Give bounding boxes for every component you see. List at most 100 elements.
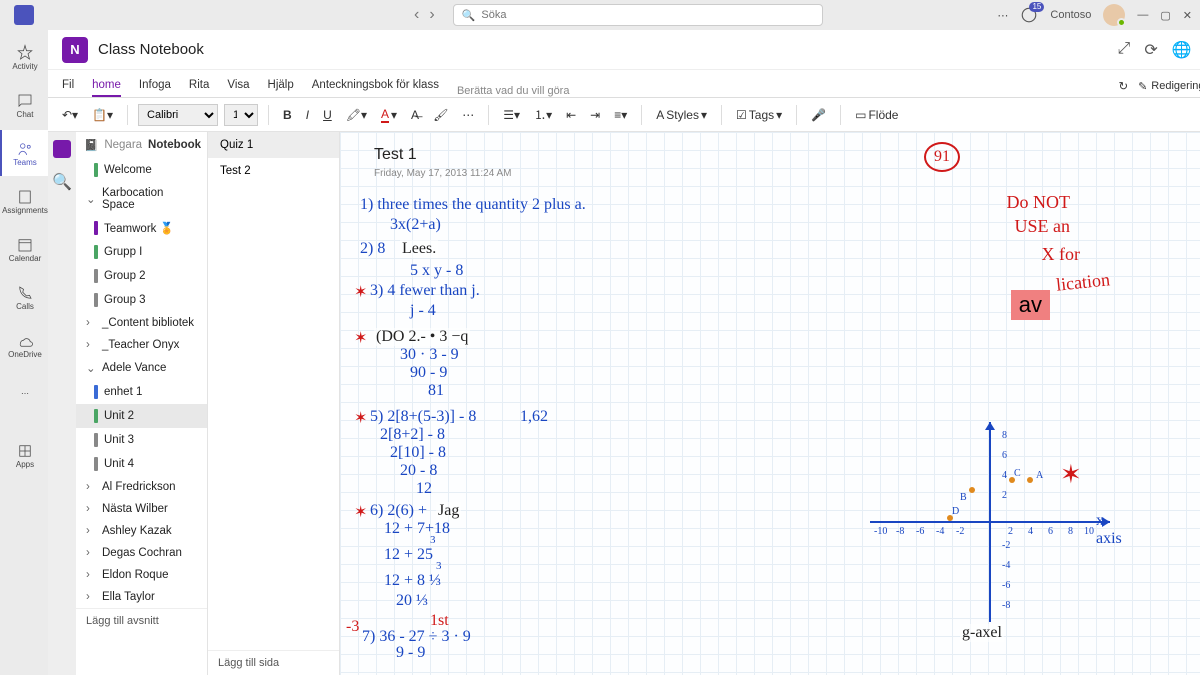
flow-button[interactable]: ▭ Flöde <box>851 105 902 125</box>
search-input[interactable] <box>481 9 813 21</box>
highlight-text[interactable]: av <box>1011 290 1050 320</box>
global-search[interactable]: 🔍 <box>453 4 823 26</box>
section-grupp1[interactable]: Grupp I <box>76 240 207 264</box>
svg-text:-10: -10 <box>874 526 887 537</box>
group-adele[interactable]: ⌄Adele Vance <box>76 356 207 380</box>
tags-button[interactable]: ☑ Tags▾ <box>732 105 786 125</box>
more-icon[interactable]: ⋯ <box>997 9 1008 22</box>
highlight-button[interactable]: 🖍▾ <box>342 105 371 125</box>
typed-q2[interactable]: Lees. <box>400 240 438 258</box>
undo-button[interactable]: ↶▾ <box>58 105 82 125</box>
group-student-2[interactable]: ›Ashley Kazak <box>76 520 207 542</box>
close-window-icon[interactable]: ✕ <box>1183 9 1192 22</box>
sync-icon[interactable]: ↻ <box>1118 79 1128 93</box>
rail-calls[interactable]: Calls <box>0 274 48 320</box>
group-teacher[interactable]: ›_Teacher Onyx <box>76 334 207 356</box>
section-welcome[interactable]: Welcome <box>76 158 207 182</box>
group-student-0[interactable]: ›Al Fredrickson <box>76 476 207 498</box>
rail-apps[interactable]: Apps <box>0 432 48 478</box>
ink-q7c: 9 - 9 <box>396 644 425 662</box>
font-color-button[interactable]: A▾ <box>377 104 401 126</box>
bullets-button[interactable]: ☰▾ <box>499 105 524 125</box>
page-date: Friday, May 17, 2013 11:24 AM <box>374 168 511 179</box>
page-title[interactable]: Test 1 <box>374 146 417 164</box>
rail-activity[interactable]: Activity <box>0 34 48 80</box>
rail-assignments[interactable]: Assignments <box>0 178 48 224</box>
editing-mode-button[interactable]: ✎ Redigering <box>1138 80 1200 93</box>
back-icon[interactable]: ‹ <box>414 6 419 24</box>
group-karbocation[interactable]: ⌄Karbocation Space <box>76 182 207 216</box>
format-painter-button[interactable]: 🖌 <box>429 105 452 125</box>
tab-file[interactable]: Fil <box>62 79 74 97</box>
forward-icon[interactable]: › <box>429 6 434 24</box>
rail-more[interactable]: ⋯ <box>0 370 48 416</box>
sections-icon[interactable] <box>53 140 71 158</box>
tab-view[interactable]: Visa <box>227 79 249 97</box>
page-canvas[interactable]: Test 1 Friday, May 17, 2013 11:24 AM 91 … <box>340 132 1200 675</box>
rail-chat[interactable]: Chat <box>0 82 48 128</box>
clipboard-button[interactable]: 📋▾ <box>88 105 117 125</box>
user-avatar[interactable] <box>1103 4 1125 26</box>
clear-format-button[interactable]: A̶ <box>407 105 423 125</box>
group-student-4[interactable]: ›Eldon Roque <box>76 564 207 586</box>
underline-button[interactable]: U <box>319 105 336 125</box>
tab-draw[interactable]: Rita <box>189 79 209 97</box>
refresh-icon[interactable]: ⟳ <box>1144 40 1157 60</box>
group-content-lib[interactable]: ›_Content bibliotek <box>76 312 207 334</box>
tell-me[interactable]: Berätta vad du vill göra <box>457 85 570 97</box>
styles-button[interactable]: A Styles▾ <box>652 105 711 125</box>
section-unit2[interactable]: Unit 2 <box>76 404 207 428</box>
notifications-icon[interactable]: 15 <box>1020 6 1038 24</box>
search-sections-icon[interactable]: 🔍 <box>52 172 72 192</box>
dictate-button[interactable]: 🎤 <box>807 105 830 125</box>
font-family-select[interactable]: Calibri <box>138 104 218 126</box>
outdent-button[interactable]: ⇤ <box>562 105 580 125</box>
group-student-3[interactable]: ›Degas Cochran <box>76 542 207 564</box>
ink-q5d: 20 - 8 <box>400 462 437 480</box>
tab-classnotebook[interactable]: Anteckningsbok för klass <box>312 79 439 97</box>
section-unit1[interactable]: enhet 1 <box>76 380 207 404</box>
page-list: Quiz 1 Test 2 Lägg till sida <box>208 132 340 675</box>
rail-calendar[interactable]: Calendar <box>0 226 48 272</box>
ink-q1a: 1) three times the quantity 2 plus a. <box>360 196 586 214</box>
maximize-icon[interactable]: ▢ <box>1160 9 1170 22</box>
align-button[interactable]: ≡▾ <box>610 105 631 125</box>
font-size-select[interactable]: 17 <box>224 104 258 126</box>
section-unit3[interactable]: Unit 3 <box>76 428 207 452</box>
bold-button[interactable]: B <box>279 105 296 125</box>
section-group2[interactable]: Group 2 <box>76 264 207 288</box>
tab-insert[interactable]: Infoga <box>139 79 171 97</box>
svg-text:8: 8 <box>1002 430 1007 441</box>
globe-icon[interactable]: 🌐 <box>1172 40 1192 60</box>
page-quiz1[interactable]: Quiz 1 <box>208 132 339 158</box>
svg-text:6: 6 <box>1048 526 1053 537</box>
svg-text:2: 2 <box>1002 490 1007 501</box>
typed-q4[interactable]: (DO 2.- • 3 −q <box>374 328 470 346</box>
more-font-button[interactable]: ⋯ <box>458 105 478 125</box>
tab-home[interactable]: home <box>92 79 121 97</box>
popout-icon[interactable]: ⤢ <box>1118 40 1131 60</box>
minimize-icon[interactable]: — <box>1137 9 1148 21</box>
section-teamwork[interactable]: Teamwork 🏅 <box>76 216 207 240</box>
section-group3[interactable]: Group 3 <box>76 288 207 312</box>
page-test2[interactable]: Test 2 <box>208 158 339 184</box>
ink-q6g: 20 ⅓ <box>396 592 428 610</box>
rail-teams[interactable]: Teams <box>0 130 48 176</box>
add-section-button[interactable]: Lägg till avsnitt <box>76 608 207 633</box>
ink-q7a: -3 <box>346 618 359 636</box>
rail-onedrive[interactable]: OneDrive <box>0 322 48 368</box>
svg-text:4: 4 <box>1002 470 1007 481</box>
add-page-button[interactable]: Lägg till sida <box>208 650 339 675</box>
notebook-selector[interactable]: 📓 Negara Notebook <box>76 132 207 158</box>
indent-button[interactable]: ⇥ <box>586 105 604 125</box>
typed-q6[interactable]: Jag <box>436 502 461 520</box>
ink-q6b: 12 + 7+18 <box>384 520 450 538</box>
section-unit4[interactable]: Unit 4 <box>76 452 207 476</box>
group-student-1[interactable]: ›Nästa Wilber <box>76 498 207 520</box>
group-student-5[interactable]: ›Ella Taylor <box>76 586 207 608</box>
tab-help[interactable]: Hjälp <box>268 79 294 97</box>
italic-button[interactable]: I <box>302 105 313 125</box>
cross-icon-4: ✶ <box>354 502 367 522</box>
gaxis-label: g-axel <box>960 624 1004 642</box>
numbering-button[interactable]: ⒈▾ <box>530 103 556 126</box>
